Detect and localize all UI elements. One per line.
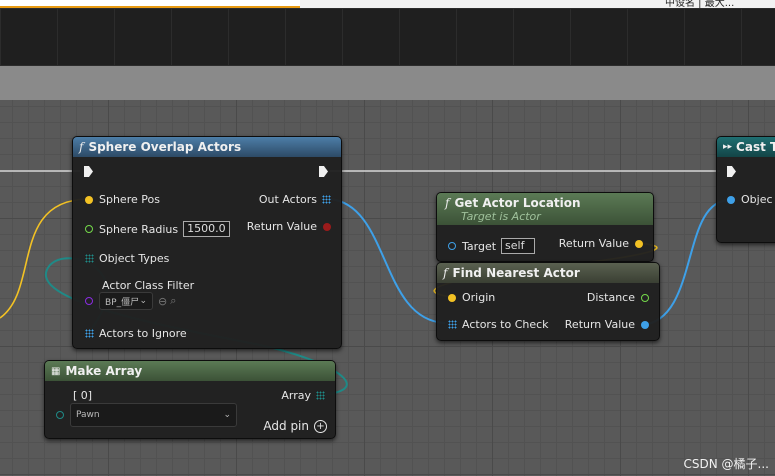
object-pin-icon	[448, 242, 456, 250]
vector-pin-icon	[448, 293, 456, 302]
function-icon: f	[79, 140, 84, 154]
actor-class-dropdown[interactable]: BP_僵尸 ⌄	[99, 292, 153, 310]
pin-label: Distance	[586, 291, 635, 304]
node-title: Get Actor Location	[454, 195, 581, 210]
exec-in-icon	[727, 166, 736, 177]
exec-in-pin[interactable]	[727, 166, 736, 177]
pin-array-out[interactable]: Array	[281, 389, 325, 402]
pin-return-value[interactable]: Return Value	[247, 220, 331, 233]
exec-out-pin[interactable]	[319, 166, 328, 177]
pin-actors-to-check[interactable]: Actors to Check	[448, 318, 549, 331]
node-header[interactable]: f Sphere Overlap Actors	[73, 137, 341, 157]
object-pin-icon	[727, 195, 735, 204]
pin-target[interactable]: Target self	[448, 238, 536, 254]
pin-label: Return Value	[564, 318, 635, 331]
node-header[interactable]: ▦ Make Array	[45, 361, 335, 381]
node-title: Make Array	[65, 364, 143, 378]
chevron-down-icon: ⌄	[139, 296, 147, 306]
pin-label: Return Value	[246, 220, 317, 233]
node-title: Find Nearest Actor	[452, 266, 580, 280]
chevron-down-icon: ⌄	[223, 410, 231, 420]
node-sphere-overlap-actors[interactable]: f Sphere Overlap Actors Sphere Pos Spher…	[72, 136, 342, 349]
pin-out-actors[interactable]: Out Actors	[259, 193, 331, 206]
bool-pin-icon	[323, 222, 331, 231]
target-input[interactable]: self	[501, 238, 536, 254]
pin-sphere-radius[interactable]: Sphere Radius 1500.0	[85, 221, 230, 237]
node-header[interactable]: f Find Nearest Actor	[437, 263, 659, 283]
class-pin-icon	[85, 297, 93, 305]
add-pin-label: Add pin	[263, 419, 309, 433]
watermark: CSDN @橘子...	[683, 457, 769, 471]
pin-distance[interactable]: Distance	[587, 291, 649, 304]
vector-pin-icon	[85, 195, 93, 204]
graph-header-strip	[0, 66, 775, 100]
browse-icon[interactable]: ⌕	[170, 294, 176, 308]
pin-label: Objec	[741, 193, 773, 206]
pin-label: Actor Class Filter	[102, 279, 195, 292]
active-tab[interactable]	[0, 0, 300, 8]
object-array-pin-icon	[85, 329, 94, 338]
dropdown-value: BP_僵尸	[105, 297, 140, 308]
node-title: Sphere Overlap Actors	[88, 140, 242, 154]
node-title: Cast T	[736, 140, 775, 154]
pin-label: Target	[462, 239, 497, 253]
pin-sphere-pos[interactable]: Sphere Pos	[85, 193, 160, 206]
pin-label: [ 0]	[73, 389, 93, 402]
top-tab-strip: 中设名 | 最大...	[0, 0, 775, 9]
pin-return-value[interactable]: Return Value	[565, 318, 649, 331]
object-array-pin-icon	[322, 195, 331, 204]
dropdown-value: Pawn	[76, 410, 100, 420]
pin-object-types[interactable]: Object Types	[85, 252, 169, 265]
element-dropdown[interactable]: Pawn ⌄	[70, 403, 237, 427]
float-pin-icon	[641, 293, 649, 302]
array-grid-icon: ▦	[51, 365, 61, 377]
exec-in-pin[interactable]	[84, 166, 93, 177]
pin-return-value[interactable]: Return Value	[559, 237, 643, 250]
pin-label: Array	[281, 389, 311, 402]
node-header[interactable]: ▸▸ Cast T	[717, 137, 775, 157]
object-array-pin-icon	[448, 320, 457, 329]
struct-pin-icon	[56, 411, 64, 419]
node-get-actor-location[interactable]: f Get Actor Location Target is Actor Targ…	[436, 192, 654, 262]
array-pin-icon	[316, 391, 325, 400]
pin-element-0[interactable]: Pawn ⌄	[56, 403, 237, 427]
vector-pin-icon	[635, 239, 643, 248]
use-selected-icon[interactable]: ⊖	[158, 295, 167, 308]
pin-label: Actors to Ignore	[99, 327, 187, 340]
pin-label: Return Value	[558, 237, 629, 250]
top-right-text: 中设名 | 最大...	[665, 0, 735, 9]
pin-actor-class-filter[interactable]: BP_僵尸 ⌄ ⊖ ⌕	[85, 292, 176, 310]
array-pin-icon	[85, 254, 94, 263]
node-header[interactable]: f Get Actor Location Target is Actor	[437, 193, 653, 225]
pin-origin[interactable]: Origin	[448, 291, 495, 304]
pin-actors-to-ignore[interactable]: Actors to Ignore	[85, 327, 187, 340]
cast-icon: ▸▸	[723, 142, 733, 152]
function-icon: f	[443, 266, 448, 280]
object-pin-icon	[641, 320, 649, 329]
pin-label: Out Actors	[258, 193, 317, 206]
pin-label: Origin	[462, 291, 496, 304]
sphere-radius-input[interactable]: 1500.0	[183, 221, 230, 237]
pin-label: Actors to Check	[462, 318, 549, 331]
node-make-array[interactable]: ▦ Make Array [ 0] Pawn ⌄ Array Add pin +	[44, 360, 336, 439]
pin-label: Object Types	[99, 252, 170, 265]
pin-index-label: [ 0]	[73, 389, 92, 402]
exec-out-icon	[319, 166, 328, 177]
toolbar-area	[0, 8, 775, 66]
node-find-nearest-actor[interactable]: f Find Nearest Actor Origin Actors to Ch…	[436, 262, 660, 341]
pin-object[interactable]: Objec	[727, 193, 773, 206]
exec-in-icon	[84, 166, 93, 177]
pin-actor-class-filter-label: Actor Class Filter	[102, 279, 194, 292]
pin-label: Sphere Pos	[99, 193, 160, 206]
pin-label: Sphere Radius	[99, 222, 179, 236]
plus-icon: +	[314, 419, 327, 433]
function-icon: f	[445, 195, 450, 210]
float-pin-icon	[85, 225, 93, 233]
add-pin-button[interactable]: Add pin +	[263, 419, 327, 433]
node-cast-to[interactable]: ▸▸ Cast T Objec	[716, 136, 775, 243]
node-subtitle: Target is Actor	[461, 209, 541, 223]
